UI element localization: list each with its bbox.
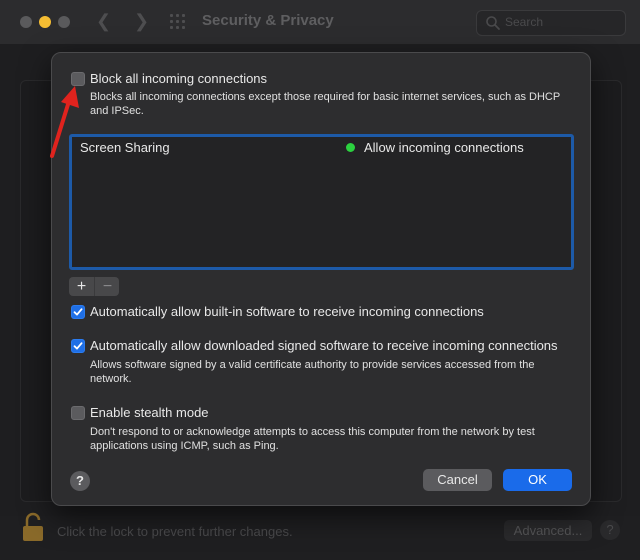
lock-icon[interactable] xyxy=(22,512,44,542)
zoom-window-button[interactable] xyxy=(58,16,70,28)
add-remove-buttons: + − xyxy=(69,277,119,296)
add-app-button[interactable]: + xyxy=(69,277,94,296)
advanced-button[interactable]: Advanced... xyxy=(504,520,592,541)
connection-status[interactable]: Allow incoming connections xyxy=(364,140,524,155)
close-window-button[interactable] xyxy=(20,16,32,28)
search-input[interactable]: Search xyxy=(476,10,626,36)
auto-signed-checkbox[interactable] xyxy=(71,339,85,353)
search-placeholder: Search xyxy=(505,15,544,29)
checkmark-icon xyxy=(73,342,83,350)
firewall-options-sheet: Block all incoming connections Blocks al… xyxy=(51,52,591,506)
lock-hint-text: Click the lock to prevent further change… xyxy=(57,524,293,539)
forward-arrow-icon[interactable]: ❯ xyxy=(134,11,149,32)
annotation-arrow-icon xyxy=(50,86,79,158)
search-icon xyxy=(486,16,500,30)
checkmark-icon xyxy=(73,308,83,316)
list-item[interactable]: Screen Sharing Allow incoming connection… xyxy=(72,137,571,157)
minimize-window-button[interactable] xyxy=(39,16,51,28)
show-all-grid-icon[interactable] xyxy=(170,14,186,30)
back-arrow-icon[interactable]: ❮ xyxy=(96,11,111,32)
window-title: Security & Privacy xyxy=(202,12,334,29)
ok-button[interactable]: OK xyxy=(503,469,572,491)
stealth-mode-description: Don't respond to or acknowledge attempts… xyxy=(90,426,535,452)
status-dot-icon xyxy=(346,143,355,152)
block-all-label[interactable]: Block all incoming connections xyxy=(90,71,267,86)
auto-builtin-checkbox[interactable] xyxy=(71,305,85,319)
app-list[interactable]: Screen Sharing Allow incoming connection… xyxy=(69,134,574,270)
remove-app-button[interactable]: − xyxy=(94,277,119,296)
cancel-button[interactable]: Cancel xyxy=(423,469,492,491)
app-name: Screen Sharing xyxy=(80,140,170,155)
auto-builtin-label[interactable]: Automatically allow built-in software to… xyxy=(90,304,484,319)
stealth-mode-label[interactable]: Enable stealth mode xyxy=(90,405,209,420)
help-button[interactable]: ? xyxy=(70,471,90,491)
auto-signed-description: Allows software signed by a valid certif… xyxy=(90,359,535,385)
title-bar: ❮ ❯ Security & Privacy Search xyxy=(0,0,640,44)
auto-signed-label[interactable]: Automatically allow downloaded signed so… xyxy=(90,338,558,353)
block-all-description: Blocks all incoming connections except t… xyxy=(90,91,560,117)
window-help-button[interactable]: ? xyxy=(600,520,620,540)
stealth-mode-checkbox[interactable] xyxy=(71,406,85,420)
